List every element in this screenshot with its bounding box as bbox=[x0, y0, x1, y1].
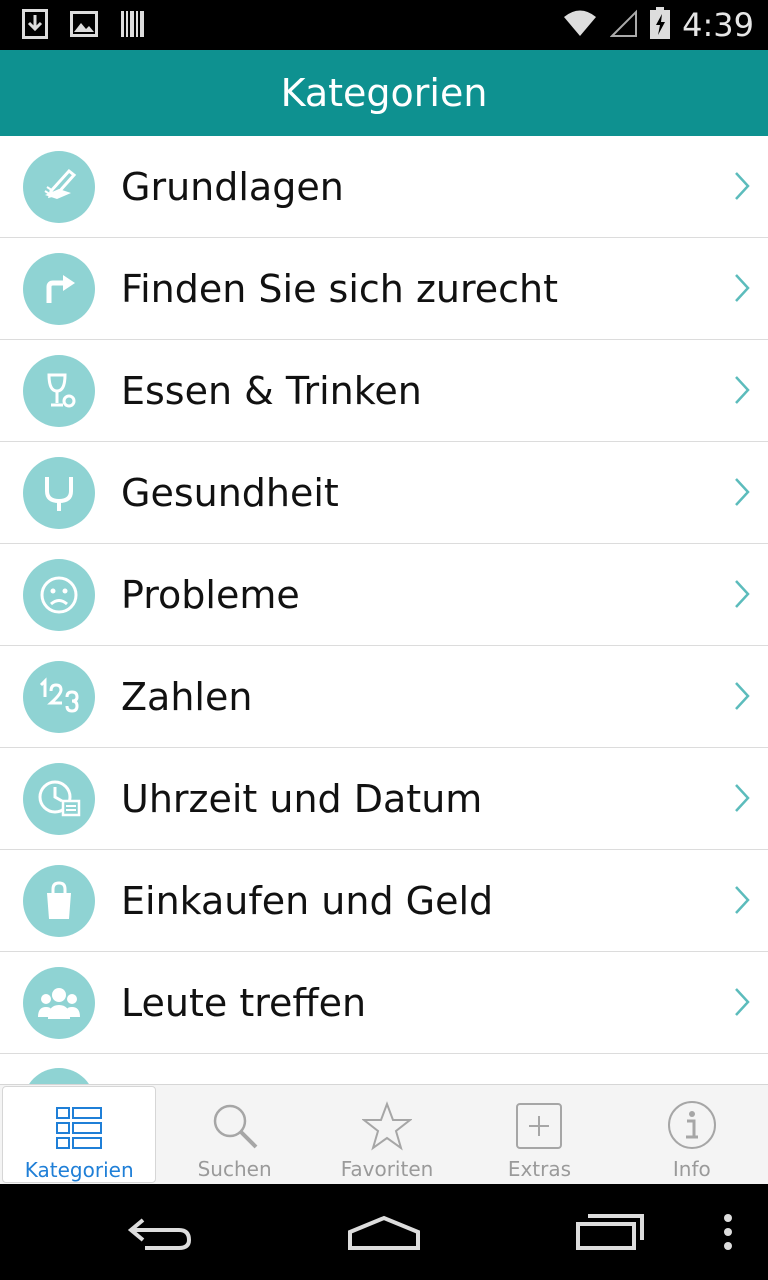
tab-bar: Kategorien Suchen Favoriten Extras Info bbox=[0, 1084, 768, 1185]
chevron-right-icon bbox=[734, 375, 750, 409]
tab-label: Info bbox=[672, 1157, 711, 1181]
chevron-right-icon bbox=[734, 477, 750, 511]
system-nav-bar bbox=[0, 1184, 768, 1280]
pen-paper-icon bbox=[23, 150, 95, 223]
battery-charging-icon bbox=[650, 7, 671, 43]
wine-glass-icon bbox=[23, 354, 95, 427]
shopping-bag-icon bbox=[23, 864, 95, 937]
download-notification-icon bbox=[22, 9, 48, 43]
category-label: Gesundheit bbox=[121, 470, 339, 515]
category-item-essen-trinken[interactable]: Essen & Trinken bbox=[0, 340, 768, 442]
wifi-signal-icon bbox=[562, 8, 598, 42]
partial-category-icon bbox=[23, 1068, 95, 1084]
image-notification-icon bbox=[70, 11, 98, 41]
tab-label: Suchen bbox=[197, 1157, 272, 1181]
tab-label: Extras bbox=[507, 1157, 572, 1181]
category-item-grundlagen[interactable]: Grundlagen bbox=[0, 136, 768, 238]
clock-calendar-icon bbox=[23, 762, 95, 835]
category-label: Leute treffen bbox=[121, 980, 367, 1025]
search-icon bbox=[210, 1085, 260, 1151]
back-icon[interactable] bbox=[110, 1184, 210, 1280]
info-icon bbox=[666, 1085, 718, 1151]
category-label: Grundlagen bbox=[121, 164, 344, 209]
category-label: Probleme bbox=[121, 572, 300, 617]
category-label: Zahlen bbox=[121, 674, 253, 719]
category-item-gesundheit[interactable]: Gesundheit bbox=[0, 442, 768, 544]
turn-right-arrow-icon bbox=[23, 252, 95, 325]
overflow-menu-icon[interactable] bbox=[708, 1184, 748, 1280]
barcode-notification-icon bbox=[120, 9, 146, 43]
category-item-uhrzeit-und-datum[interactable]: Uhrzeit und Datum bbox=[0, 748, 768, 850]
recent-apps-icon[interactable] bbox=[560, 1184, 660, 1280]
people-group-icon bbox=[23, 966, 95, 1039]
app-bar: Kategorien bbox=[0, 50, 768, 136]
category-item-einkaufen-und-geld[interactable]: Einkaufen und Geld bbox=[0, 850, 768, 952]
category-label: Essen & Trinken bbox=[121, 368, 422, 413]
star-icon bbox=[362, 1085, 413, 1151]
tab-favoriten[interactable]: Favoriten bbox=[311, 1085, 463, 1185]
category-item-zahlen[interactable]: Zahlen bbox=[0, 646, 768, 748]
stethoscope-icon bbox=[23, 456, 95, 529]
tab-label: Kategorien bbox=[24, 1158, 134, 1182]
chevron-right-icon bbox=[734, 171, 750, 205]
tab-label: Favoriten bbox=[340, 1157, 434, 1181]
plus-box-icon bbox=[514, 1085, 564, 1151]
tab-suchen[interactable]: Suchen bbox=[158, 1085, 310, 1185]
category-label: Uhrzeit und Datum bbox=[121, 776, 483, 821]
page-title: Kategorien bbox=[280, 71, 488, 115]
cell-signal-icon bbox=[609, 8, 638, 42]
category-item-probleme[interactable]: Probleme bbox=[0, 544, 768, 646]
category-label: Finden Sie sich zurecht bbox=[121, 266, 559, 311]
category-item-finden-sie-sich-zurecht[interactable]: Finden Sie sich zurecht bbox=[0, 238, 768, 340]
category-item-leute-treffen[interactable]: Leute treffen bbox=[0, 952, 768, 1054]
chevron-right-icon bbox=[734, 987, 750, 1021]
category-label: Einkaufen und Geld bbox=[121, 878, 494, 923]
chevron-right-icon bbox=[734, 579, 750, 613]
chevron-right-icon bbox=[734, 783, 750, 817]
numbers-123-icon bbox=[23, 660, 95, 733]
category-list[interactable]: Grundlagen Finden Sie sich zurecht Essen… bbox=[0, 136, 768, 1084]
chevron-right-icon bbox=[734, 885, 750, 919]
tab-extras[interactable]: Extras bbox=[463, 1085, 615, 1185]
status-time: 4:39 bbox=[682, 6, 754, 44]
list-grid-icon bbox=[55, 1087, 103, 1152]
sad-face-icon bbox=[23, 558, 95, 631]
chevron-right-icon bbox=[734, 273, 750, 307]
chevron-right-icon bbox=[734, 681, 750, 715]
status-bar: 4:39 bbox=[0, 0, 768, 50]
home-icon[interactable] bbox=[334, 1184, 434, 1280]
tab-info[interactable]: Info bbox=[616, 1085, 768, 1185]
tab-kategorien[interactable]: Kategorien bbox=[2, 1086, 157, 1183]
